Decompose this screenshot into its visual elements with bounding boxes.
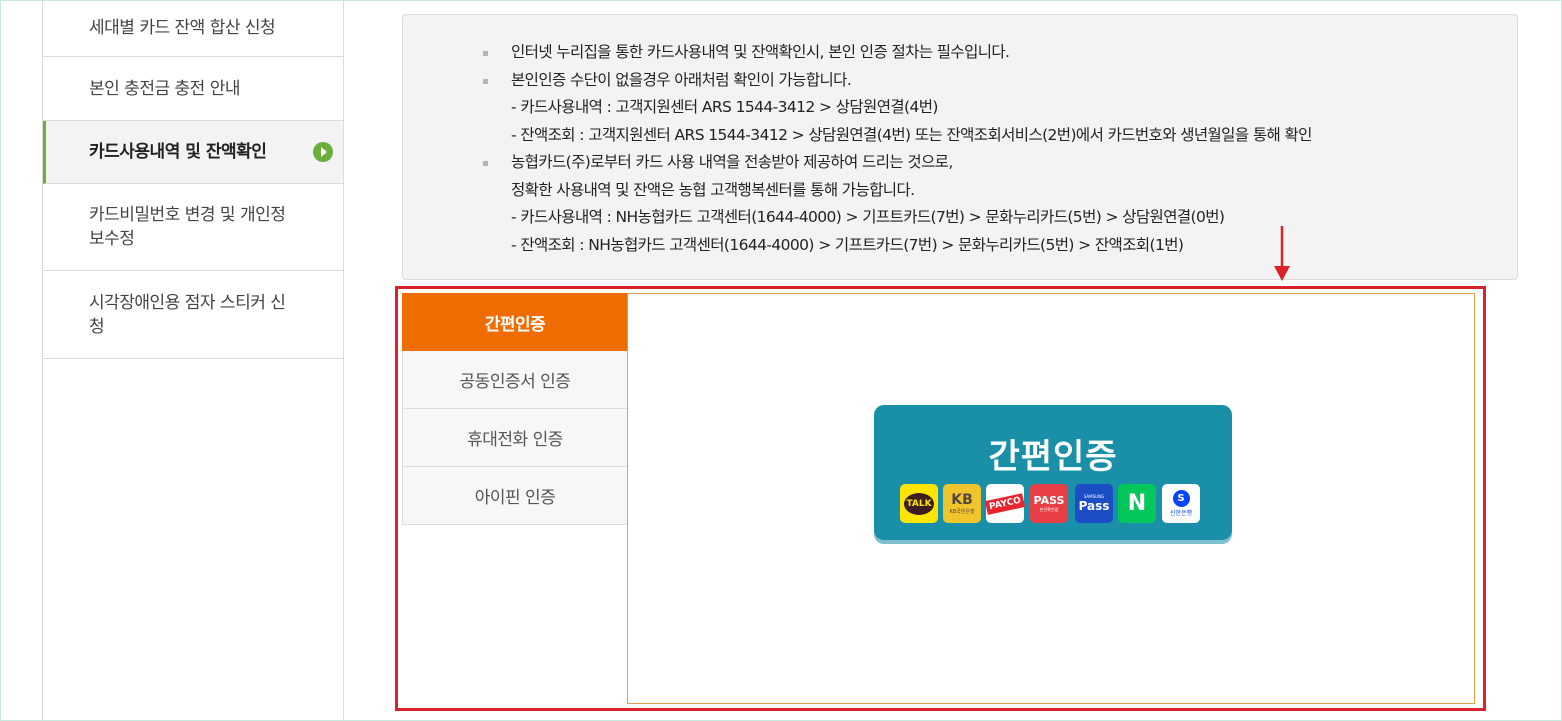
notice-line: 정확한 사용내역 및 잔액은 농협 고객행복센터를 통해 가능합니다. xyxy=(511,180,915,199)
notice-item: 인터넷 누리집을 통한 카드사용내역 및 잔액확인시, 본인 인증 절차는 필수… xyxy=(483,39,1483,67)
sidebar-item-usage-balance[interactable]: 카드사용내역 및 잔액확인 xyxy=(43,121,343,184)
sidebar-item-charge-guide[interactable]: 본인 충전금 충전 안내 xyxy=(43,57,343,121)
sidebar-item-braille-sticker[interactable]: 시각장애인용 점자 스티커 신청 xyxy=(43,271,343,359)
notice-box: 인터넷 누리집을 통한 카드사용내역 및 잔액확인시, 본인 인증 절차는 필수… xyxy=(402,14,1518,280)
sidebar-item-label: 시각장애인용 점자 스티커 신청 xyxy=(89,292,286,337)
sidebar-item-label: 카드사용내역 및 잔액확인 xyxy=(89,142,267,162)
notice-line: - 잔액조회 : 고객지원센터 ARS 1544-3412 > 상담원연결(4번… xyxy=(511,125,1312,144)
red-arrow-icon xyxy=(1274,226,1290,281)
notice-line: 농협카드(주)로부터 카드 사용 내역을 전송받아 제공하여 드리는 것으로, xyxy=(511,153,953,171)
notice-list: 인터넷 누리집을 통한 카드사용내역 및 잔액확인시, 본인 인증 절차는 필수… xyxy=(483,39,1483,259)
sidebar-item-label: 본인 충전금 충전 안내 xyxy=(89,78,240,99)
notice-line: - 카드사용내역 : 고객지원센터 ARS 1544-3412 > 상담원연결(… xyxy=(511,98,938,116)
play-arrow-icon xyxy=(313,142,333,162)
notice-item: 농협카드(주)로부터 카드 사용 내역을 전송받아 제공하여 드리는 것으로, … xyxy=(483,149,1483,259)
notice-line: - 잔액조회 : NH농협카드 고객센터(1644-4000) > 기프트카드(… xyxy=(511,235,1184,254)
notice-line: 인터넷 누리집을 통한 카드사용내역 및 잔액확인시, 본인 인증 절차는 필수… xyxy=(511,43,1010,61)
notice-line: 본인인증 수단이 없을경우 아래처럼 확인이 가능합니다. xyxy=(511,70,852,89)
sidebar-item-label: 세대별 카드 잔액 합산 신청 xyxy=(89,18,276,38)
red-highlight-box xyxy=(395,286,1486,711)
sidebar-item-label: 카드비밀번호 변경 및 개인정보수정 xyxy=(89,205,286,249)
notice-item: 본인인증 수단이 없을경우 아래처럼 확인이 가능합니다. - 카드사용내역 :… xyxy=(483,67,1483,150)
sidebar-item-family-balance[interactable]: 세대별 카드 잔액 합산 신청 xyxy=(43,0,343,57)
sidebar-item-password-change[interactable]: 카드비밀번호 변경 및 개인정보수정 xyxy=(43,184,343,271)
notice-line: - 카드사용내역 : NH농협카드 고객센터(1644-4000) > 기프트카… xyxy=(511,208,1225,226)
sidebar-nav: 세대별 카드 잔액 합산 신청 본인 충전금 충전 안내 카드사용내역 및 잔액… xyxy=(42,0,344,721)
